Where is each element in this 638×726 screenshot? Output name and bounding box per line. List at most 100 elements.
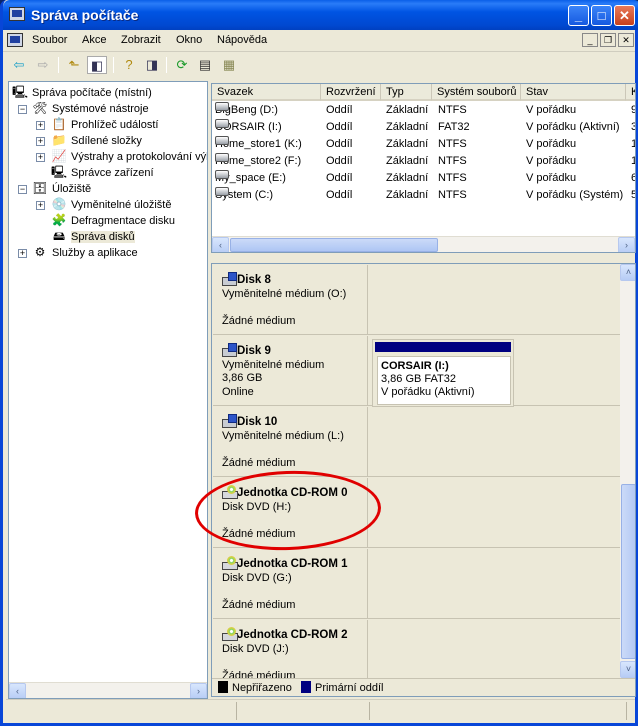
tree-item-services[interactable]: ⚙ Služby a aplikace (32, 245, 138, 261)
child-close-button[interactable]: ✕ (618, 33, 634, 47)
scroll-thumb[interactable] (621, 484, 635, 659)
status-bar (6, 699, 635, 721)
table-row[interactable]: CORSAIR (I:) Oddíl Základní FAT32 V pořádku … (212, 119, 635, 136)
storage-icon: 🗄 (32, 181, 48, 195)
properties-icon[interactable]: ▤ (195, 56, 215, 74)
list-horizontal-scrollbar[interactable]: ‹ › (212, 236, 635, 252)
menu-napoveda[interactable]: Nápověda (217, 34, 267, 46)
expand-toggle[interactable]: + (36, 201, 45, 210)
help-icon[interactable]: ? (119, 56, 139, 74)
disk-label[interactable]: Disk 8 Vyměnitelné médium (O:) Žádné médiu… (213, 265, 368, 335)
disk-type: Vyměnitelné médium (222, 358, 325, 371)
tree-item-removable-storage[interactable]: 💿 Vyměnitelné úložiště (51, 197, 172, 213)
disk-management-icon: 🖴 (52, 229, 66, 243)
scroll-right-button[interactable]: › (190, 683, 207, 698)
disk-label[interactable]: Disk 9 Vyměnitelné médium 3,86 GB Online (213, 336, 368, 406)
table-row[interactable]: Home_store1 (K:) Oddíl Základní NTFS V pořád… (212, 136, 635, 153)
removable-disk-icon (222, 272, 237, 286)
menu-bar: Soubor Akce Zobrazit Okno Nápověda _ ❐ ✕ (3, 30, 635, 52)
cell-fs: FAT32 (438, 121, 470, 133)
tree-item-defrag[interactable]: 🧩 Defragmentace disku (51, 213, 175, 229)
drive-icon (215, 170, 229, 179)
scroll-left-button[interactable]: ‹ (212, 237, 229, 252)
column-header-volume[interactable]: Svazek (212, 84, 321, 101)
disk-row[interactable]: Disk 9 Vyměnitelné médium 3,86 GB Online COR… (213, 336, 620, 407)
tree-item-event-viewer[interactable]: 📋 Prohlížeč událostí (51, 117, 159, 133)
tools-icon: 🛠 (32, 101, 48, 115)
refresh-icon[interactable]: ⟳ (172, 56, 192, 74)
shared-folder-icon: 📁 (51, 133, 67, 147)
scroll-right-button[interactable]: › (618, 237, 635, 252)
cell-fs: NTFS (438, 155, 467, 167)
drive-icon (215, 187, 229, 196)
menu-soubor[interactable]: Soubor (32, 34, 67, 46)
scroll-up-button[interactable]: ˄ (620, 264, 635, 281)
graph-vertical-scrollbar[interactable]: ˄ ˅ (620, 264, 635, 678)
expand-toggle[interactable]: + (36, 153, 45, 162)
minimize-button[interactable]: _ (568, 5, 589, 26)
drive-icon (215, 102, 229, 111)
child-restore-button[interactable]: ❐ (600, 33, 616, 47)
disk-row[interactable]: Jednotka CD-ROM 0 Disk DVD (H:) Žádné médi… (213, 478, 620, 548)
forward-arrow-icon[interactable]: ⇨ (33, 56, 53, 74)
close-button[interactable]: ✕ (614, 5, 635, 26)
up-folder-icon[interactable]: ⬑ (64, 56, 84, 74)
column-header-status[interactable]: Stav (521, 84, 626, 101)
table-row[interactable]: My_space (E:) Oddíl Základní NTFS V pořádku 6 (212, 170, 635, 187)
cell-layout: Oddíl (326, 155, 353, 167)
title-bar[interactable]: Správa počítače _ □ ✕ (3, 0, 638, 30)
tree-item-device-manager[interactable]: 🖳 Správce zařízení (51, 165, 154, 181)
partition-block[interactable]: CORSAIR (I:) 3,86 GB FAT32 V pořádku (Akti… (372, 339, 514, 407)
column-header-capacity[interactable]: K (626, 84, 635, 101)
show-hide-action-pane-icon[interactable]: ◨ (142, 56, 162, 74)
tree-item-alerts[interactable]: 📈Výstrahy a protokolování výkonu (51, 149, 207, 165)
tree-horizontal-scrollbar[interactable]: ‹ › (9, 682, 207, 698)
column-header-layout[interactable]: Rozvržení (321, 84, 381, 101)
computer-icon[interactable] (7, 33, 23, 47)
table-row[interactable]: System (C:) Oddíl Základní NTFS V pořádku (S… (212, 187, 635, 204)
maximize-button[interactable]: □ (591, 5, 612, 26)
scroll-down-button[interactable]: ˅ (620, 661, 635, 678)
tree-item-storage[interactable]: 🗄 Úložiště (32, 181, 91, 197)
disk-label[interactable]: Jednotka CD-ROM 0 Disk DVD (H:) Žádné médi… (213, 478, 368, 548)
expand-toggle[interactable]: + (36, 121, 45, 130)
partition-size: 3,86 GB FAT32 (381, 373, 457, 385)
disk-type: Vyměnitelné médium (L:) (222, 429, 344, 442)
child-minimize-button[interactable]: _ (582, 33, 598, 47)
export-icon[interactable]: ▦ (219, 56, 239, 74)
column-header-type[interactable]: Typ (381, 84, 432, 101)
tree-item-system-tools[interactable]: 🛠 Systémové nástroje (32, 101, 148, 117)
collapse-toggle[interactable]: − (18, 185, 27, 194)
scroll-thumb[interactable] (230, 238, 438, 252)
disk-row[interactable]: Disk 10 Vyměnitelné médium (L:) Žádné médi… (213, 407, 620, 477)
cell-type: Základní (386, 104, 429, 116)
back-arrow-icon[interactable]: ⇦ (9, 56, 29, 74)
menu-akce[interactable]: Akce (82, 34, 106, 46)
show-hide-tree-icon[interactable]: ◧ (87, 56, 107, 74)
expand-toggle[interactable]: + (36, 137, 45, 146)
disk-row[interactable]: Jednotka CD-ROM 1 Disk DVD (G:) Žádné médi… (213, 549, 620, 619)
disk-type: Disk DVD (H:) (222, 500, 292, 513)
cell-status: V pořádku (526, 172, 577, 184)
scroll-left-button[interactable]: ‹ (9, 683, 26, 698)
disk-name: Jednotka CD-ROM 0 (237, 487, 348, 499)
menu-okno[interactable]: Okno (176, 34, 202, 46)
tree-item-root[interactable]: 🖳 Správa počítače (místní) (12, 85, 152, 101)
disk-label[interactable]: Disk 10 Vyměnitelné médium (L:) Žádné médi… (213, 407, 368, 477)
drive-icon (215, 153, 229, 162)
disk-size: 3,86 GB (222, 372, 263, 384)
cell-name: Home_store1 (K:) (215, 136, 302, 150)
table-row[interactable]: BigBeng (D:) Oddíl Základní NTFS V pořádku 9 (212, 102, 635, 119)
legend-swatch-primary (300, 681, 311, 693)
menu-zobrazit[interactable]: Zobrazit (121, 34, 161, 46)
disk-label[interactable]: Jednotka CD-ROM 1 Disk DVD (G:) Žádné médi… (213, 549, 368, 619)
collapse-toggle[interactable]: − (18, 105, 27, 114)
tree-item-disk-management[interactable]: 🖴 Správa disků (51, 229, 135, 245)
table-row[interactable]: Home_store2 (F:) Oddíl Základní NTFS V pořád… (212, 153, 635, 170)
column-header-filesystem[interactable]: Systém souborů (432, 84, 521, 101)
disk-row[interactable]: Disk 8 Vyměnitelné médium (O:) Žádné médiu… (213, 265, 620, 335)
tree-item-shared-folders[interactable]: 📁 Sdílené složky (51, 133, 142, 149)
expand-toggle[interactable]: + (18, 249, 27, 258)
cell-layout: Oddíl (326, 104, 353, 116)
disk-graphical-view: Disk 8 Vyměnitelné médium (O:) Žádné médiu… (211, 263, 636, 697)
